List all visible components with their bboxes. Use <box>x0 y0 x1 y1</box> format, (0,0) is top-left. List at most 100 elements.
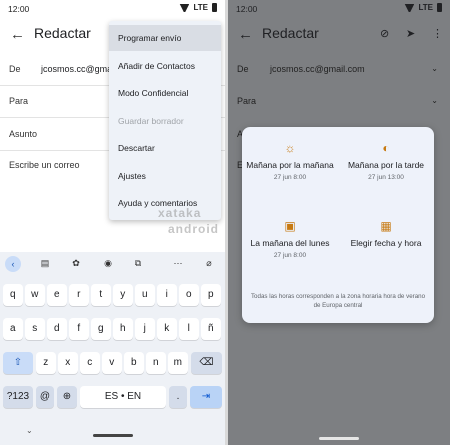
back-arrow-icon[interactable]: ← <box>10 26 25 43</box>
key[interactable]: j <box>135 318 155 340</box>
key[interactable]: d <box>47 318 67 340</box>
schedule-option-label: Elegir fecha y hora <box>350 238 422 248</box>
schedule-option-label: Mañana por la mañana <box>246 160 334 170</box>
key[interactable]: l <box>179 318 199 340</box>
compose-screen-schedule: 12:00 LTE ← Redactar ⊘ ➤ ⋮ De jcosmos.cc… <box>228 0 450 445</box>
briefcase-icon: ▣ <box>284 219 296 233</box>
key[interactable]: y <box>113 284 133 306</box>
key[interactable]: n <box>146 352 166 374</box>
schedule-option[interactable]: ▣ La mañana del lunes 27 jun 8:00 <box>242 219 338 259</box>
menu-item[interactable]: Descartar <box>109 135 221 161</box>
from-value[interactable]: jcosmos.cc@gmai <box>41 64 114 74</box>
shift-key[interactable]: ⇧ <box>3 352 33 374</box>
key[interactable]: s <box>25 318 45 340</box>
chevron-left-icon[interactable]: ‹ <box>5 256 21 272</box>
menu-item[interactable]: Programar envío <box>109 25 221 51</box>
key[interactable]: o <box>179 284 199 306</box>
schedule-option[interactable]: ☼ Mañana por la mañana 27 jun 8:00 <box>242 141 338 181</box>
from-label: De <box>9 64 21 74</box>
palette-icon[interactable]: ◉ <box>101 258 115 269</box>
attach-icon[interactable]: ⊘ <box>380 27 389 40</box>
menu-item: Guardar borrador <box>118 115 184 126</box>
schedule-option[interactable]: ▦ Elegir fecha y hora <box>338 219 434 249</box>
schedule-option-time: 27 jun 8:00 <box>273 174 307 181</box>
globe-icon[interactable]: ⊕ <box>57 386 77 408</box>
screenshot-root: 12:00 LTE ← Redactar De jcosmos.cc@gmai … <box>0 0 450 445</box>
resize-icon[interactable]: ⧉ <box>131 258 145 269</box>
status-bar: 12:00 LTE <box>228 0 450 18</box>
status-icons: LTE <box>404 3 442 12</box>
home-pill[interactable] <box>93 434 133 437</box>
key[interactable]: e <box>47 284 67 306</box>
to-field[interactable]: Para <box>237 96 256 106</box>
sun-icon: ☼ <box>284 141 296 155</box>
body-field[interactable]: Escribe un correo <box>9 160 80 170</box>
key[interactable]: h <box>113 318 133 340</box>
status-time: 12:00 <box>8 4 30 14</box>
keyboard-toolbar: ‹ ▤ ✿ ◉ ⧉ ⋯ ⌀ <box>0 252 225 276</box>
chevron-down-icon[interactable]: ⌄ <box>26 426 33 435</box>
more-icon[interactable]: ⋯ <box>171 258 185 269</box>
space-key[interactable]: ES • EN <box>80 386 166 408</box>
gear-icon[interactable]: ✿ <box>69 258 83 269</box>
enter-key[interactable]: ⇥ <box>190 386 222 408</box>
keyboard: ‹ ▤ ✿ ◉ ⧉ ⋯ ⌀ q w e r t y u i o p a s d f g h j k l ñ ⇧ z x c v b… <box>0 252 225 445</box>
at-key[interactable]: @ <box>36 386 54 408</box>
battery-icon <box>212 3 217 12</box>
to-field[interactable]: Para <box>9 96 28 106</box>
status-bar: 12:00 LTE <box>0 0 225 18</box>
schedule-option-label: La mañana del lunes <box>250 238 330 248</box>
clipboard-icon[interactable]: ▤ <box>38 258 52 269</box>
key[interactable]: v <box>102 352 122 374</box>
menu-item[interactable]: Añadir de Contactos <box>109 53 221 79</box>
key[interactable]: t <box>91 284 111 306</box>
key[interactable]: ñ <box>201 318 221 340</box>
key[interactable]: u <box>135 284 155 306</box>
key[interactable]: w <box>25 284 45 306</box>
key[interactable]: c <box>80 352 100 374</box>
schedule-send-dialog: ☼ Mañana por la mañana 27 jun 8:00 ◐ Mañana … <box>242 127 434 323</box>
battery-icon <box>437 3 442 12</box>
wifi-icon <box>179 4 189 12</box>
timezone-note: Todas las horas corresponden a la zona h… <box>250 293 426 309</box>
back-arrow-icon[interactable]: ← <box>238 26 253 43</box>
chevron-down-icon[interactable]: ⌄ <box>431 96 438 105</box>
schedule-option-time: 27 jun 13:00 <box>368 174 404 181</box>
key[interactable]: m <box>168 352 188 374</box>
backspace-key[interactable]: ⌫ <box>191 352 222 374</box>
period-key[interactable]: . <box>169 386 187 408</box>
key[interactable]: q <box>3 284 23 306</box>
key[interactable]: x <box>58 352 78 374</box>
from-label: De <box>237 64 249 74</box>
send-icon[interactable]: ➤ <box>406 27 415 40</box>
key[interactable]: f <box>69 318 89 340</box>
status-time: 12:00 <box>236 4 258 14</box>
compose-screen-menu: 12:00 LTE ← Redactar De jcosmos.cc@gmai … <box>0 0 225 445</box>
menu-item[interactable]: Ajustes <box>109 163 221 189</box>
more-vert-icon[interactable]: ⋮ <box>432 27 443 40</box>
from-value[interactable]: jcosmos.cc@gmail.com <box>270 64 365 74</box>
page-title: Redactar <box>262 25 319 41</box>
app-bar: ← Redactar <box>228 20 450 50</box>
menu-item[interactable]: Modo Confidencial <box>109 80 221 106</box>
overflow-menu: Programar envío Añadir de Contactos Modo C… <box>109 21 221 220</box>
key[interactable]: p <box>201 284 221 306</box>
page-title: Redactar <box>34 25 91 41</box>
key[interactable]: a <box>3 318 23 340</box>
key[interactable]: z <box>36 352 56 374</box>
home-pill[interactable] <box>319 437 359 440</box>
mic-off-icon[interactable]: ⌀ <box>202 258 216 269</box>
key[interactable]: k <box>157 318 177 340</box>
key[interactable]: i <box>157 284 177 306</box>
key[interactable]: r <box>69 284 89 306</box>
network-label: LTE <box>193 3 208 12</box>
calendar-icon: ▦ <box>380 219 392 233</box>
schedule-option[interactable]: ◐ Mañana por la tarde 27 jun 13:00 <box>338 141 434 181</box>
key[interactable]: b <box>124 352 144 374</box>
key[interactable]: g <box>91 318 111 340</box>
symbols-key[interactable]: ?123 <box>3 386 33 408</box>
subject-field[interactable]: Asunto <box>9 129 37 139</box>
schedule-option-label: Mañana por la tarde <box>347 160 425 170</box>
chevron-down-icon[interactable]: ⌄ <box>431 64 438 73</box>
nav-bar: ⌄ <box>0 424 225 445</box>
